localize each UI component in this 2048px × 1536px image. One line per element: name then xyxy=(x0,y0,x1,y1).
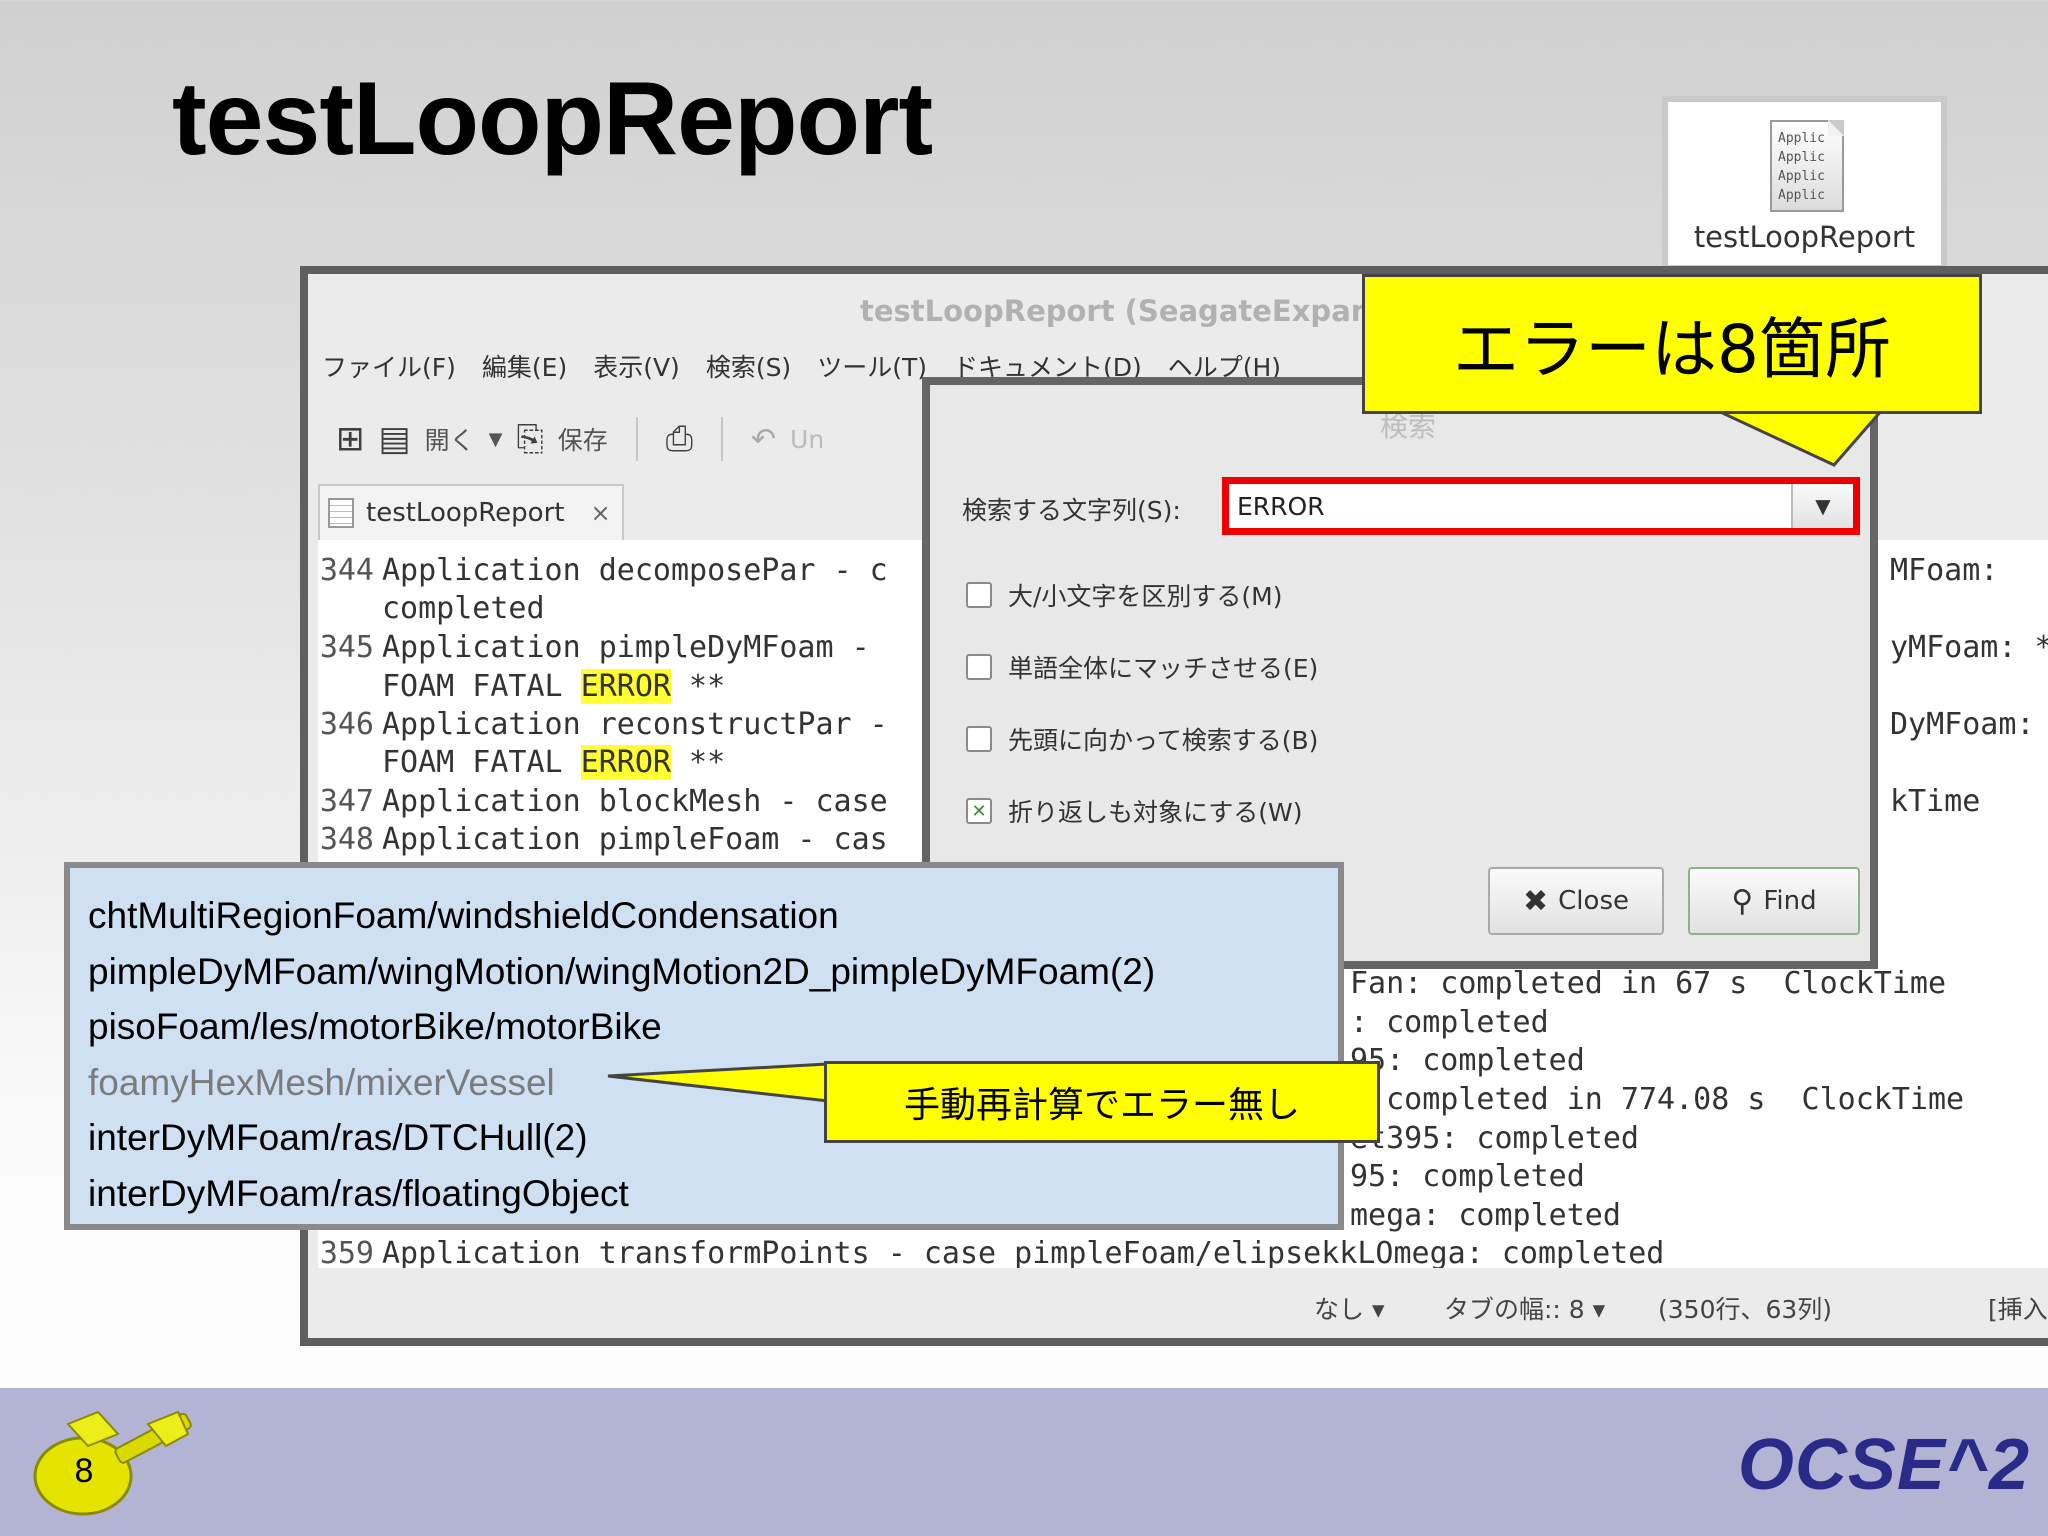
open-folder-icon[interactable]: ▤ xyxy=(379,419,411,459)
find-button[interactable]: ⚲ Find xyxy=(1688,867,1860,935)
text-fragment: kTime xyxy=(1890,784,1981,819)
callout-error-count: エラーは8箇所 xyxy=(1362,274,1982,414)
tab-testloopreport[interactable]: testLoopReport × xyxy=(318,484,624,540)
case-list-panel: chtMultiRegionFoam/windshieldCondensatio… xyxy=(64,862,1344,1230)
slide-title: testLoopReport xyxy=(172,61,933,177)
option-match-case[interactable]: 大/小文字を区別する(M) xyxy=(966,577,1283,613)
callout-tail xyxy=(607,1062,830,1103)
tab-width-selector[interactable]: タブの幅:: 8 ▾ xyxy=(1444,1290,1605,1326)
search-match-highlight: ERROR xyxy=(580,669,671,704)
text-line: 348 Application pimpleFoam - cas xyxy=(319,822,888,857)
undo-icon[interactable]: ↶ xyxy=(751,422,776,457)
callout-manual-recompute: 手動再計算でエラー無し xyxy=(824,1061,1380,1143)
search-string-label: 検索する文字列(S): xyxy=(962,496,1181,525)
callout-tail xyxy=(1716,410,1884,467)
menu-edit[interactable]: 編集(E) xyxy=(482,348,567,384)
text-line: 347 Application blockMesh - case xyxy=(319,784,888,819)
text-file-icon: Applic Applic Applic Applic xyxy=(1770,120,1844,212)
checkbox-checked[interactable]: ✕ xyxy=(966,798,992,824)
desktop-file-label: testLoopReport xyxy=(1693,220,1916,254)
text-fragment: 95: completed xyxy=(1350,1159,1585,1194)
text-fragment: MFoam: xyxy=(1890,553,1999,588)
status-bar: なし ▾ タブの幅:: 8 ▾ (350行、63列) [挿入 xyxy=(308,1268,2048,1338)
brand-logo: OCSE^2 xyxy=(1737,1425,2030,1505)
search-input[interactable] xyxy=(1229,484,1789,528)
editor-window-title: testLoopReport (SeagateExpans xyxy=(860,294,1389,328)
list-item: chtMultiRegionFoam/windshieldCondensatio… xyxy=(88,895,839,936)
text-fragment: 95: completed xyxy=(1350,1043,1585,1078)
option-wrap-around[interactable]: ✕ 折り返しも対象にする(W) xyxy=(966,793,1302,829)
text-line: 359 Application transformPoints - case pi… xyxy=(319,1236,1665,1268)
page-number: 8 xyxy=(74,1452,94,1490)
checkbox[interactable] xyxy=(966,726,992,752)
logo-icon xyxy=(33,1410,192,1516)
option-search-backwards[interactable]: 先頭に向かって検索する(B) xyxy=(966,721,1318,757)
checkbox[interactable] xyxy=(966,654,992,680)
print-icon[interactable]: ⎙ xyxy=(666,419,693,459)
toolbar-separator xyxy=(635,417,638,461)
text-fragment: mega: completed xyxy=(1350,1198,1621,1233)
list-item: pisoFoam/les/motorBike/motorBike xyxy=(88,1006,662,1047)
undo-button[interactable]: Un xyxy=(790,425,824,454)
menu-search[interactable]: 検索(S) xyxy=(706,348,791,384)
save-button[interactable]: 保存 xyxy=(558,421,608,457)
cursor-position: (350行、63列) xyxy=(1658,1295,1833,1324)
menu-tools[interactable]: ツール(T) xyxy=(817,348,927,384)
text-line: 345 Application pimpleDyMFoam - xyxy=(319,630,870,665)
text-line: completed xyxy=(382,591,545,626)
save-icon[interactable]: ⎘ xyxy=(516,419,543,459)
list-item: pimpleDyMFoam/wingMotion/wingMotion2D_pi… xyxy=(88,950,1156,992)
text-fragment: completed in 774.08 s ClockTime xyxy=(1350,1082,1965,1117)
close-icon: ✖ xyxy=(1523,883,1549,919)
open-dropdown-icon[interactable]: ▼ xyxy=(489,429,503,450)
text-line: FOAM FATAL ERROR ** xyxy=(382,745,726,780)
tab-label: testLoopReport xyxy=(366,498,565,528)
search-match-highlight: ERROR xyxy=(580,745,671,780)
insert-mode: [挿入 xyxy=(1988,1295,2048,1324)
close-button[interactable]: ✖ Close xyxy=(1488,867,1664,935)
new-document-icon[interactable]: ⊞ xyxy=(336,419,365,459)
highlight-mode-selector[interactable]: なし ▾ xyxy=(1314,1290,1385,1326)
chevron-down-icon[interactable]: ▼ xyxy=(1791,484,1853,528)
menu-file[interactable]: ファイル(F) xyxy=(322,348,456,384)
text-line: FOAM FATAL ERROR ** xyxy=(382,669,726,704)
option-whole-word[interactable]: 単語全体にマッチさせる(E) xyxy=(966,649,1318,685)
toolbar-separator xyxy=(720,417,723,461)
text-line: 346 Application reconstructPar - xyxy=(319,707,888,742)
text-line: 344 Application decomposePar - c xyxy=(319,553,888,588)
text-fragment: Fan: completed in 67 s ClockTime xyxy=(1350,966,1947,1001)
text-fragment: DyMFoam: xyxy=(1890,707,2035,742)
tab-close-icon[interactable]: × xyxy=(590,499,610,527)
open-button[interactable]: 開く xyxy=(425,421,475,457)
text-fragment: et395: completed xyxy=(1350,1121,1639,1156)
document-icon xyxy=(328,498,354,528)
text-fragment: : completed xyxy=(1350,1005,1549,1040)
desktop-file-icon[interactable]: Applic Applic Applic Applic testLoopRepo… xyxy=(1662,96,1947,271)
checkbox[interactable] xyxy=(966,582,992,608)
search-icon: ⚲ xyxy=(1731,883,1754,919)
menu-view[interactable]: 表示(V) xyxy=(593,348,680,384)
search-combo: ▼ xyxy=(1222,477,1860,535)
text-fragment: yMFoam: * xyxy=(1890,630,2048,665)
toolbar: ⊞ ▤ 開く ▼ ⎘ 保存 ⎙ ↶ Un xyxy=(336,414,824,464)
list-item: interDyMFoam/ras/floatingObject xyxy=(88,1172,629,1214)
